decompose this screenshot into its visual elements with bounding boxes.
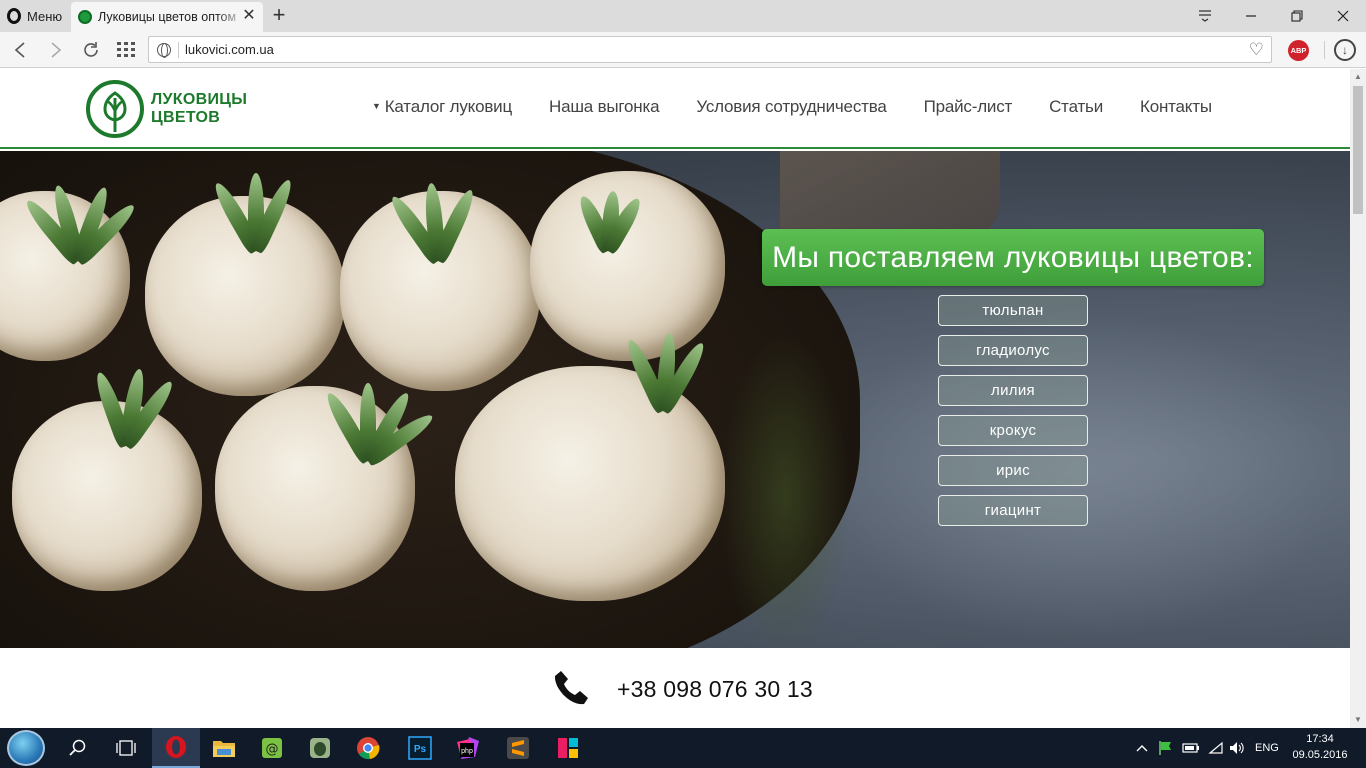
file-explorer-icon[interactable]: [200, 728, 248, 768]
dropdown-caret-icon: ▼: [372, 101, 381, 111]
windows-taskbar: @ Ps php ENG 17:34 09.05.2016: [0, 728, 1366, 768]
taskbar-clock[interactable]: 17:34 09.05.2016: [1290, 731, 1350, 763]
clock-time: 17:34: [1306, 733, 1334, 745]
nav-item-contacts[interactable]: Контакты: [1140, 97, 1212, 117]
address-bar[interactable]: lukovici.com.ua ♡: [148, 36, 1272, 63]
url-text[interactable]: lukovici.com.ua: [185, 42, 274, 57]
task-view-icon[interactable]: [102, 728, 150, 768]
new-tab-icon[interactable]: +: [269, 4, 289, 27]
clock-date: 09.05.2016: [1292, 749, 1348, 761]
contact-phone-section: +38 098 076 30 13: [0, 648, 1350, 728]
hero-banner: Мы поставляем луковицы цветов: тюльпан г…: [0, 151, 1350, 648]
wifi-icon[interactable]: [1208, 728, 1224, 768]
photoshop-icon[interactable]: Ps: [396, 728, 444, 768]
menu-label: Меню: [27, 8, 63, 24]
bulb-image: [455, 366, 725, 601]
opera-icon[interactable]: [152, 728, 200, 768]
close-tab-icon[interactable]: ✕: [241, 8, 257, 24]
tab-title: Луковицы цветов оптом: [98, 10, 237, 24]
back-icon[interactable]: [8, 38, 32, 62]
forward-icon[interactable]: [44, 38, 68, 62]
close-window-icon[interactable]: [1320, 0, 1366, 32]
sublime-text-icon[interactable]: [494, 728, 542, 768]
download-icon[interactable]: ↓: [1334, 39, 1356, 61]
restore-icon[interactable]: [1274, 0, 1320, 32]
flower-button-iris[interactable]: ирис: [938, 455, 1088, 486]
speed-dial-icon[interactable]: [114, 38, 138, 62]
reload-icon[interactable]: [79, 38, 103, 62]
hero-moss: [720, 331, 850, 648]
tulip-logo-icon: [86, 80, 144, 138]
browser-toolbar: lukovici.com.ua ♡ ABP ↓: [0, 32, 1366, 68]
flower-button-crocus[interactable]: крокус: [938, 415, 1088, 446]
heart-icon[interactable]: ♡: [1249, 40, 1264, 60]
battery-icon[interactable]: [1182, 728, 1200, 768]
mail-agent-icon[interactable]: @: [248, 728, 296, 768]
scrollbar-thumb[interactable]: [1353, 86, 1363, 214]
phone-icon: [554, 671, 588, 705]
address-separator: [178, 42, 179, 58]
page-scrollbar[interactable]: ▲ ▼: [1350, 69, 1366, 728]
flower-button-lily[interactable]: лилия: [938, 375, 1088, 406]
site-header: ЛУКОВИЦЫ ЦВЕТОВ ▼ Каталог луковиц Наша вы…: [0, 69, 1350, 149]
phpstorm-icon[interactable]: php: [444, 728, 492, 768]
app-icon[interactable]: [544, 728, 592, 768]
logo-text: ЛУКОВИЦЫ ЦВЕТОВ: [151, 91, 247, 127]
start-button-icon[interactable]: [7, 730, 45, 766]
site-logo[interactable]: ЛУКОВИЦЫ ЦВЕТОВ: [85, 79, 247, 139]
bulb-image: [12, 401, 202, 591]
show-hidden-icons-icon[interactable]: [1136, 728, 1148, 768]
page-viewport: ЛУКОВИЦЫ ЦВЕТОВ ▼ Каталог луковиц Наша вы…: [0, 69, 1366, 728]
volume-icon[interactable]: [1229, 728, 1245, 768]
svg-text:@: @: [266, 742, 279, 757]
adblock-plus-icon[interactable]: ABP: [1288, 40, 1309, 61]
hero-title: Мы поставляем луковицы цветов:: [762, 229, 1264, 286]
toolbar-separator: [1324, 41, 1325, 59]
globe-icon: [157, 43, 171, 58]
nav-item-forcing[interactable]: Наша выгонка: [549, 97, 660, 117]
browser-tab[interactable]: Луковицы цветов оптом ✕: [71, 2, 263, 32]
tab-menu-icon[interactable]: [1182, 0, 1228, 32]
chrome-icon[interactable]: [344, 728, 392, 768]
nav-item-terms[interactable]: Условия сотрудничества: [696, 97, 886, 117]
flag-icon[interactable]: [1158, 728, 1174, 768]
flower-button-tulip[interactable]: тюльпан: [938, 295, 1088, 326]
flower-button-hyacinth[interactable]: гиацинт: [938, 495, 1088, 526]
evernote-icon[interactable]: [296, 728, 344, 768]
phone-number[interactable]: +38 098 076 30 13: [617, 676, 813, 703]
nav-item-price-list[interactable]: Прайс-лист: [924, 97, 1013, 117]
scroll-up-icon[interactable]: ▲: [1350, 69, 1366, 85]
opera-menu-button[interactable]: Меню: [0, 0, 70, 32]
logo-line-1: ЛУКОВИЦЫ: [151, 91, 248, 108]
opera-logo-icon: [7, 8, 21, 24]
photoshop-label: Ps: [414, 744, 427, 755]
bulb-image: [530, 171, 725, 361]
language-indicator[interactable]: ENG: [1255, 728, 1279, 768]
main-navigation: ▼ Каталог луковиц Наша выгонка Условия со…: [372, 97, 1249, 117]
scroll-down-icon[interactable]: ▼: [1350, 712, 1366, 728]
phpstorm-label: php: [461, 748, 473, 755]
nav-item-articles[interactable]: Статьи: [1049, 97, 1103, 117]
minimize-icon[interactable]: [1228, 0, 1274, 32]
nav-item-label: Каталог луковиц: [384, 97, 513, 116]
flower-button-gladiolus[interactable]: гладиолус: [938, 335, 1088, 366]
logo-line-2: ЦВЕТОВ: [151, 109, 221, 126]
nav-item-catalog[interactable]: ▼ Каталог луковиц: [372, 97, 512, 117]
search-icon[interactable]: [54, 728, 102, 768]
hero-background-wood: [780, 151, 1000, 241]
browser-tab-bar: Меню Луковицы цветов оптом ✕ +: [0, 0, 1366, 32]
site-favicon-icon: [78, 10, 92, 24]
